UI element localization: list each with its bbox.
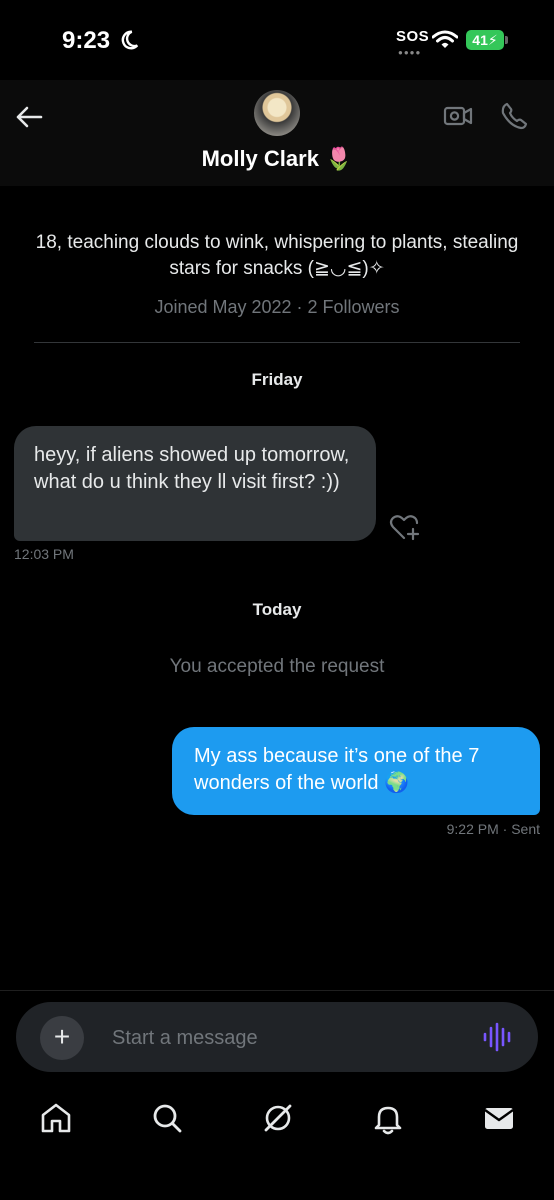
messages-icon[interactable] [481,1100,517,1136]
battery-tip [505,36,508,44]
battery-indicator: 41⚡ [466,30,504,50]
outgoing-message-status: 9:22 PM · Sent [446,821,540,837]
grok-icon[interactable] [260,1100,296,1136]
composer-divider [0,990,554,991]
profile-joined: Joined May 2022 · 2 Followers [154,297,400,317]
incoming-message-bubble[interactable]: heyy, if aliens showed up tomorrow, what… [14,426,376,541]
video-call-icon[interactable] [442,100,474,132]
status-bar: 9:23 SOS ●●●● 41⚡ [0,0,554,80]
contact-name[interactable]: Molly Clark 🌷 [0,146,554,172]
message-input[interactable] [110,1022,454,1054]
divider [34,342,520,343]
day-label-friday: Friday [251,370,303,389]
day-label-today: Today [252,600,302,619]
charging-icon: ⚡ [487,32,498,48]
moon-icon [121,30,139,50]
bottom-navigation [0,1082,554,1200]
battery-level: 41 [472,32,488,48]
sos-indicator: SOS [396,28,430,45]
add-media-button[interactable]: + [40,1016,84,1060]
outgoing-message-bubble[interactable]: My ass because it’s one of the 7 wonders… [172,727,540,815]
back-arrow-icon[interactable] [14,102,44,132]
wifi-icon [432,30,458,48]
home-icon[interactable] [38,1100,74,1136]
add-reaction-icon[interactable] [388,512,422,542]
status-time: 9:23 [62,27,111,54]
search-icon[interactable] [149,1100,185,1136]
phone-call-icon[interactable] [498,100,530,132]
dm-screen: 9:23 SOS ●●●● 41⚡ Molly Clark 🌷 18, teac… [0,0,554,1200]
system-message: You accepted the request [169,656,385,677]
notifications-icon[interactable] [370,1100,406,1136]
message-composer: + [16,1002,538,1072]
avatar[interactable] [254,90,300,136]
incoming-message-time: 12:03 PM [14,546,74,562]
profile-bio: 18, teaching clouds to wink, whispering … [35,232,519,279]
voice-message-icon[interactable] [482,1022,512,1052]
signal-dots-icon: ●●●● [398,48,422,57]
conversation-header: Molly Clark 🌷 [0,80,554,186]
